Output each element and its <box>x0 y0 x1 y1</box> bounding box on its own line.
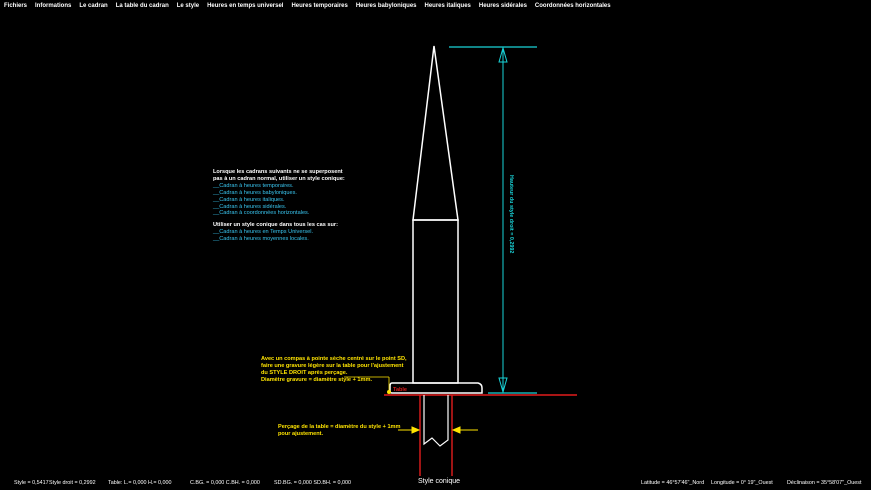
status-cb: C.BG. = 0,000 C.BH. = 0,000 <box>190 480 260 486</box>
notes-list-item: __Cadran à coordonnées horizontales. <box>213 210 310 217</box>
status-table: Table: L.= 0,000 H.= 0,000 <box>108 480 172 486</box>
status-style-droit: Style droit = 0,2992 <box>49 480 96 486</box>
menu-heures-siderales[interactable]: Heures sidérales <box>475 0 531 12</box>
drill-note-line: Perçage de la table = diamètre du style … <box>278 424 401 430</box>
notes-list-item: __Cadran à heures moyennes locales. <box>213 236 309 243</box>
notes-heading-line: pas à un cadran normal, utiliser un styl… <box>213 175 345 182</box>
menu-la-table-du-cadran[interactable]: La table du cadran <box>112 0 173 12</box>
menu-informations[interactable]: Informations <box>31 0 75 12</box>
menu-heures-babyloniques[interactable]: Heures babyloniques <box>352 0 421 12</box>
compass-note-line: Avec un compas à pointe sèche centré sur… <box>261 356 407 362</box>
drill-arrows <box>398 426 478 434</box>
compass-note-line: faire une gravure légère sur la table po… <box>261 362 404 369</box>
style-shaft <box>412 219 459 384</box>
notes-list-item: __Cadran à heures italiques. <box>213 196 285 203</box>
status-title: Style conique <box>418 478 461 485</box>
status-latitude: Latitude = 46°57'46"_Nord <box>641 480 705 486</box>
menu-fichiers[interactable]: Fichiers <box>0 0 31 12</box>
compass-note-line: du STYLE DROIT après perçage. <box>261 369 348 376</box>
menu-heures-italiques[interactable]: Heures italiques <box>421 0 475 12</box>
drill-note-line: pour ajustement. <box>278 430 324 437</box>
table-label: Table <box>393 387 407 393</box>
menu-le-cadran[interactable]: Le cadran <box>75 0 111 12</box>
menu-heures-en-temps-universel[interactable]: Heures en temps universel <box>203 0 287 12</box>
style-cone <box>412 45 459 221</box>
drawing-canvas: Hauteur du style droit = 0,2992 <box>344 45 577 476</box>
shaft-below-table <box>423 395 449 447</box>
notes-heading-line: Utiliser un style conique dans tous les … <box>213 222 338 229</box>
notes-list-item: __Cadran à heures en Temps Universel. <box>213 229 314 236</box>
notes-list-item: __Cadran à heures babyloniques. <box>213 189 297 196</box>
menu-heures-temporaires[interactable]: Heures temporaires <box>287 0 351 12</box>
notes-list-item: __Cadran à heures temporaires. <box>213 182 294 189</box>
status-bar: Style = 0,5417 Style droit = 0,2992 Tabl… <box>0 476 871 490</box>
status-sd: SD.BG. = 0,000 SD.BH. = 0,000 <box>274 480 352 486</box>
notes-list-item: __Cadran à heures sidérales. <box>213 203 287 210</box>
drill-note: Perçage de la table = diamètre du style … <box>278 424 401 438</box>
notes-heading-line: Lorsque les cadrans suivants ne se super… <box>213 169 343 175</box>
status-longitude: Longitude = 0° 19"_Ouest <box>711 480 773 486</box>
menu-le-style[interactable]: Le style <box>173 0 203 12</box>
compass-note-line: Diamètre gravure = diamètre style + 1mm. <box>261 376 372 383</box>
height-dimension-label: Hauteur du style droit = 0,2992 <box>508 175 514 253</box>
conical-style-notes: Lorsque les cadrans suivants ne se super… <box>213 169 345 243</box>
menu-bar: Fichiers Informations Le cadran La table du… <box>0 0 871 12</box>
compass-note: Avec un compas à pointe sèche centré sur… <box>261 356 407 384</box>
height-dimension <box>449 46 537 394</box>
menu-coordonnees-horizontales[interactable]: Coordonnées horizontales <box>531 0 615 12</box>
status-declinaison: Déclinaison = 35°58'07"_Ouest <box>787 480 862 486</box>
status-style: Style = 0,5417 <box>14 480 49 486</box>
